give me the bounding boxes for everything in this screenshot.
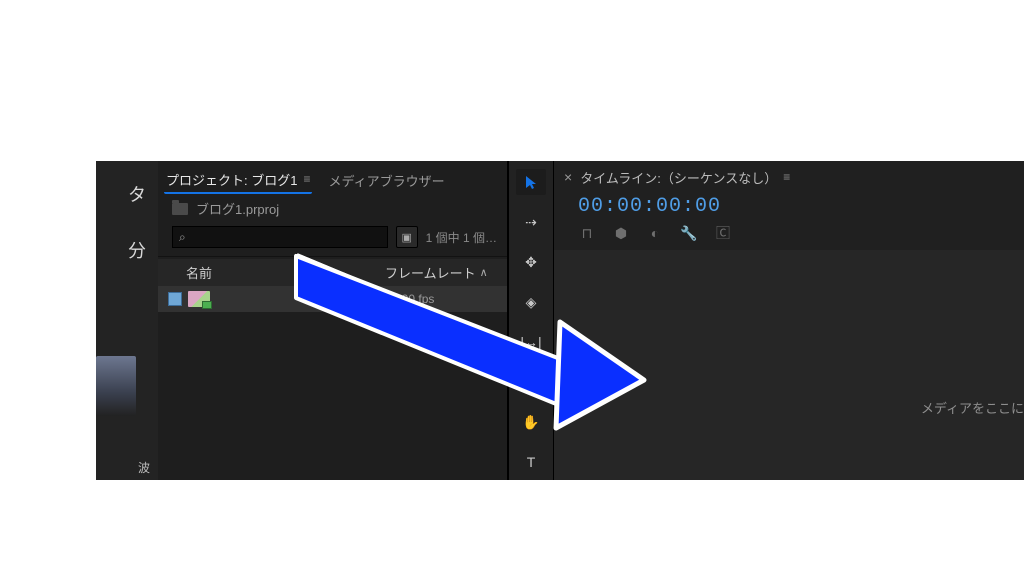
column-header-fps[interactable]: フレームレート ∧: [385, 263, 497, 282]
timeline-header: × タイムライン:（シーケンスなし） ≡: [554, 161, 1024, 189]
pen-tool[interactable]: ✒: [516, 369, 546, 395]
rate-stretch-tool[interactable]: ◈: [516, 289, 546, 315]
tab-project-label: プロジェクト: ブログ1: [166, 170, 297, 189]
item-count-label: 1 個中 1 個…: [426, 229, 497, 246]
selection-tool[interactable]: [516, 169, 546, 195]
timeline-title-text: タイムライン:（シーケンスなし）: [580, 168, 777, 187]
project-list-header: 名前 フレームレート ∧: [158, 259, 507, 286]
timeline-timecode[interactable]: 00:00:00:00: [554, 189, 1024, 220]
track-select-tool[interactable]: ⇢: [516, 209, 546, 235]
timeline-close-button[interactable]: ×: [564, 169, 572, 185]
sliver-thumbnail: [96, 356, 136, 416]
tab-media-browser[interactable]: メディアブラウザー: [326, 168, 446, 193]
hand-tool[interactable]: ✋: [516, 409, 546, 435]
panel-menu-icon[interactable]: ≡: [303, 172, 310, 186]
slip-tool[interactable]: |↔|: [516, 329, 546, 355]
timeline-drop-hint: メディアをここに: [921, 398, 1024, 417]
timeline-toolbar: ⊓ ⬢ ◐ 🔧 🄲: [554, 220, 1024, 250]
column-fps-label: フレームレート: [385, 263, 476, 282]
settings-icon[interactable]: 🔧: [680, 224, 698, 242]
tool-strip: ⇢ ✥ ◈ |↔| ✒ ✋ T: [508, 161, 554, 480]
project-file-name: ブログ1.prproj: [196, 199, 279, 218]
column-header-name[interactable]: 名前: [186, 263, 385, 282]
row-fps: 30.00 fps: [385, 292, 497, 306]
project-file-row: ブログ1.prproj: [158, 193, 507, 222]
sliver-bottom-text: 波: [138, 459, 150, 476]
left-cropped-column: タ 分 波: [96, 161, 158, 480]
sort-caret-icon: ∧: [480, 266, 488, 279]
bin-icon: [172, 203, 188, 215]
snap-icon[interactable]: ⊓: [578, 224, 596, 242]
tab-project[interactable]: プロジェクト: ブログ1 ≡: [164, 167, 312, 194]
divider: [158, 256, 507, 257]
timeline-track-area[interactable]: メディアをここに: [554, 250, 1024, 480]
project-list-row[interactable]: 30.00 fps: [158, 286, 507, 312]
marker-icon[interactable]: ⬢: [612, 224, 630, 242]
app-window-crop: タ 分 波 プロジェクト: ブログ1 ≡ メディアブラウザー ブログ1.prpr…: [96, 161, 1024, 480]
link-icon[interactable]: ◐: [646, 224, 664, 242]
sliver-text-1: タ: [96, 181, 158, 207]
search-input[interactable]: ⌕: [172, 226, 388, 248]
sequence-icon: [188, 291, 210, 307]
ripple-edit-tool[interactable]: ✥: [516, 249, 546, 275]
search-icon: ⌕: [179, 230, 186, 245]
type-tool[interactable]: T: [516, 449, 546, 475]
row-checkbox[interactable]: [168, 292, 182, 306]
project-search-row: ⌕ ▣ 1 個中 1 個…: [158, 222, 507, 254]
new-bin-icon: ▣: [401, 231, 411, 244]
sliver-text-2: 分: [96, 237, 158, 263]
timeline-panel: × タイムライン:（シーケンスなし） ≡ 00:00:00:00 ⊓ ⬢ ◐ 🔧…: [554, 161, 1024, 480]
tab-media-browser-label: メディアブラウザー: [328, 171, 444, 190]
new-bin-button[interactable]: ▣: [396, 226, 418, 248]
timeline-panel-menu-icon[interactable]: ≡: [783, 170, 790, 184]
project-panel: プロジェクト: ブログ1 ≡ メディアブラウザー ブログ1.prproj ⌕ ▣…: [158, 161, 508, 480]
project-panel-tabs: プロジェクト: ブログ1 ≡ メディアブラウザー: [158, 165, 507, 193]
captions-icon[interactable]: 🄲: [714, 224, 732, 242]
timeline-title[interactable]: タイムライン:（シーケンスなし） ≡: [580, 168, 790, 187]
